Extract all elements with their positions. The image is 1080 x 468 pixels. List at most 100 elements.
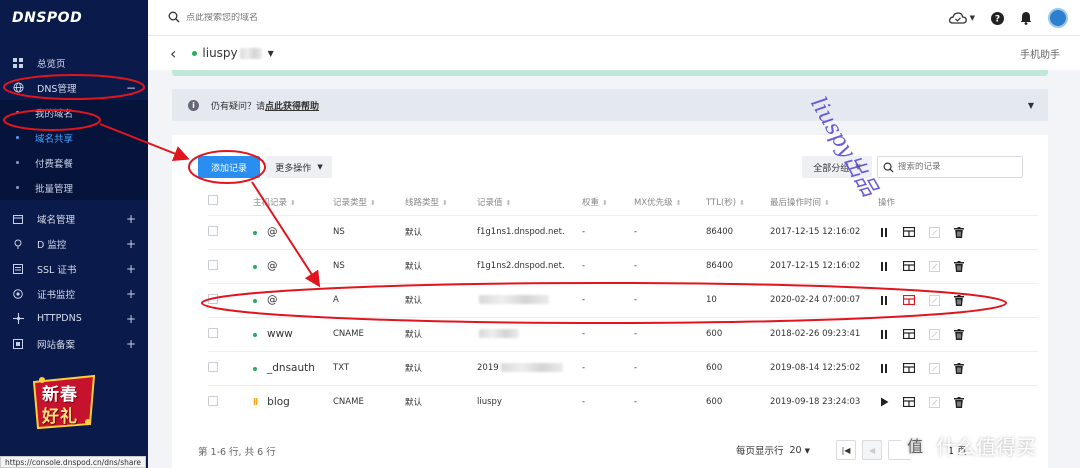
chevron-down-icon[interactable]: ▼: [268, 49, 274, 58]
back-arrow-icon[interactable]: ‹: [170, 44, 176, 63]
row-checkbox[interactable]: [208, 327, 218, 338]
delete-icon[interactable]: [953, 362, 965, 374]
col-line[interactable]: 线路类型 ⬍: [405, 189, 477, 215]
delete-icon[interactable]: [953, 226, 965, 238]
table-row[interactable]: @ NS 默认 f1g1ns1.dnspod.net. - - 86400 20…: [208, 214, 1038, 249]
help-icon[interactable]: ?: [991, 11, 1004, 25]
avatar[interactable]: [1048, 8, 1068, 28]
row-checkbox[interactable]: [208, 259, 218, 270]
sidebar-subitem-batch[interactable]: 批量管理: [0, 175, 148, 200]
table-header-row: 主机记录 ⬍ 记录类型 ⬍ 线路类型 ⬍ 记录值 ⬍ 权重 ⬍ MX优先级 ⬍ TTL(秒)…: [208, 189, 1038, 215]
remark-icon[interactable]: [928, 396, 940, 408]
mx-priority: -: [634, 316, 706, 351]
row-checkbox[interactable]: [208, 395, 218, 406]
remark-icon[interactable]: [928, 362, 940, 374]
cloud-menu[interactable]: ▼: [948, 12, 975, 24]
collapse-icon[interactable]: −: [126, 81, 136, 95]
host-record: @: [267, 260, 278, 272]
delete-icon[interactable]: [953, 396, 965, 408]
remark-icon[interactable]: [928, 260, 940, 272]
remark-icon[interactable]: [928, 328, 940, 340]
row-checkbox[interactable]: [208, 225, 218, 236]
record-search[interactable]: [877, 156, 1023, 178]
delete-icon[interactable]: [953, 328, 965, 340]
table-row[interactable]: @ NS 默认 f1g1ns2.dnspod.net. - - 86400 20…: [208, 248, 1038, 283]
select-all-checkbox[interactable]: [208, 195, 218, 206]
sidebar-item-d-monitor[interactable]: D 监控 +: [0, 231, 148, 256]
domain-search-input[interactable]: [186, 12, 386, 23]
row-checkbox[interactable]: [208, 293, 218, 304]
table-row[interactable]: _dnsauth TXT 默认 2019 - - 600 2019-08-14 …: [208, 350, 1038, 385]
help-bar[interactable]: i 仍有疑问？请 点此获得帮助 ▼: [172, 89, 1048, 121]
table-row[interactable]: @ A 默认 - - 10 2020-02-24 07:00:07: [208, 282, 1038, 317]
weight: -: [582, 248, 634, 283]
expand-icon[interactable]: +: [126, 237, 136, 251]
dnspod-logo[interactable]: DNSPOD: [0, 0, 148, 36]
sidebar-subitem-domain-share[interactable]: 域名共享: [0, 125, 148, 150]
record-search-input[interactable]: [898, 162, 1018, 172]
col-value[interactable]: 记录值 ⬍: [477, 189, 582, 215]
per-page-select[interactable]: 20 ▼: [790, 445, 811, 456]
promo-line-2: 好礼: [42, 407, 78, 427]
records-table: 主机记录 ⬍ 记录类型 ⬍ 线路类型 ⬍ 记录值 ⬍ 权重 ⬍ MX优先级 ⬍ TTL(秒)…: [208, 189, 1038, 419]
sidebar-item-label: 我的域名: [35, 108, 74, 120]
first-page-button[interactable]: |◀: [836, 440, 857, 460]
add-record-button[interactable]: 添加记录: [198, 156, 260, 178]
domain-name[interactable]: liuspy: [202, 46, 237, 60]
expand-icon[interactable]: +: [126, 312, 136, 326]
sidebar-item-label: 总览页: [37, 58, 66, 70]
pause-icon[interactable]: [878, 294, 890, 306]
pause-icon[interactable]: [878, 328, 890, 340]
chevron-down-icon[interactable]: ▼: [1028, 101, 1034, 110]
pause-icon[interactable]: [878, 226, 890, 238]
bullet-icon: [16, 111, 19, 114]
weight: -: [582, 384, 634, 419]
remark-icon[interactable]: [928, 226, 940, 238]
sidebar-item-ssl[interactable]: SSL 证书 +: [0, 256, 148, 281]
edit-icon[interactable]: [903, 294, 915, 306]
search-icon: [883, 162, 894, 173]
sidebar-item-httpdns[interactable]: HTTPDNS +: [0, 306, 148, 331]
edit-icon[interactable]: [903, 226, 915, 238]
col-actions: 操作: [878, 197, 896, 208]
sidebar-item-overview[interactable]: 总览页: [0, 50, 148, 75]
expand-icon[interactable]: +: [126, 287, 136, 301]
weight: -: [582, 214, 634, 249]
bell-icon[interactable]: [1020, 11, 1032, 25]
pause-icon[interactable]: [878, 260, 890, 272]
edit-icon[interactable]: [903, 328, 915, 340]
bullet-icon: [16, 136, 19, 139]
help-link[interactable]: 点此获得帮助: [265, 99, 319, 112]
sidebar-subitem-paid-plans[interactable]: 付费套餐: [0, 150, 148, 175]
delete-icon[interactable]: [953, 294, 965, 306]
edit-icon[interactable]: [903, 362, 915, 374]
pause-icon[interactable]: [878, 362, 890, 374]
expand-icon[interactable]: +: [126, 337, 136, 351]
value-redacted: [479, 329, 519, 338]
table-row[interactable]: www CNAME 默认 - - 600 2018-02-26 09:23:41: [208, 316, 1038, 351]
delete-icon[interactable]: [953, 260, 965, 272]
calendar-icon: [12, 213, 24, 225]
sidebar-item-dns-management[interactable]: DNS管理 −: [0, 75, 148, 100]
play-icon[interactable]: [878, 396, 890, 408]
edit-icon[interactable]: [903, 260, 915, 272]
table-row[interactable]: ll blog CNAME 默认 liuspy - - 600 2019-09-1…: [208, 384, 1038, 419]
status-bar-url: https://console.dnspod.cn/dns/share: [0, 456, 146, 468]
more-actions-button[interactable]: 更多操作 ▼: [266, 156, 332, 178]
promo-badge[interactable]: 新春 好礼: [28, 372, 100, 432]
sidebar: DNSPOD 总览页 DNS管理 − 我的域名 域名共享 付费套餐 批量管理 域…: [0, 0, 148, 468]
sidebar-item-icp[interactable]: 网站备案 +: [0, 331, 148, 356]
expand-icon[interactable]: +: [126, 212, 136, 226]
sidebar-item-cert-monitor[interactable]: 证书监控 +: [0, 281, 148, 306]
col-host[interactable]: 主机记录 ⬍: [253, 189, 333, 215]
sidebar-subitem-my-domains[interactable]: 我的域名: [0, 100, 148, 125]
col-type[interactable]: 记录类型 ⬍: [333, 189, 405, 215]
row-actions: [878, 328, 1038, 340]
prev-page-button[interactable]: ◀: [862, 440, 883, 460]
remark-icon[interactable]: [928, 294, 940, 306]
sidebar-item-domain-management[interactable]: 域名管理 +: [0, 206, 148, 231]
mobile-assistant-link[interactable]: 手机助手: [1020, 46, 1060, 61]
edit-icon[interactable]: [903, 396, 915, 408]
expand-icon[interactable]: +: [126, 262, 136, 276]
row-checkbox[interactable]: [208, 361, 218, 372]
